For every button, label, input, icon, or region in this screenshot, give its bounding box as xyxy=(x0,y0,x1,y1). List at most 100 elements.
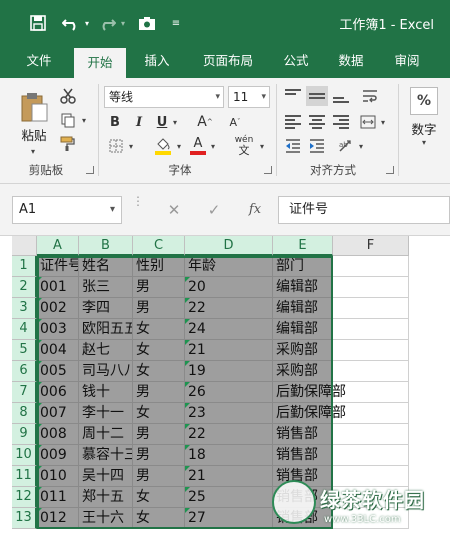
tab-page-layout[interactable]: 页面布局 xyxy=(192,44,264,78)
cell-d10[interactable]: 18 xyxy=(185,445,273,466)
align-bottom-icon[interactable] xyxy=(330,86,352,106)
cell-e3[interactable]: 编辑部 xyxy=(273,298,333,319)
cell-e5[interactable]: 采购部 xyxy=(273,340,333,361)
cell-e7[interactable]: 后勤保障部 xyxy=(273,382,346,403)
customize-toolbar-icon[interactable]: ≡ xyxy=(170,12,182,34)
cell-d1[interactable]: 年龄 xyxy=(185,256,273,277)
cell-c6[interactable]: 女 xyxy=(133,361,185,382)
cell-c4[interactable]: 女 xyxy=(133,319,185,340)
undo-icon[interactable] xyxy=(60,12,82,34)
save-icon[interactable] xyxy=(28,12,48,34)
column-header-b[interactable]: B xyxy=(79,236,133,256)
cell-d11[interactable]: 21 xyxy=(185,466,273,487)
cell-d2[interactable]: 20 xyxy=(185,277,273,298)
font-color-dropdown-icon[interactable]: ▾ xyxy=(209,140,217,152)
fill-color-icon[interactable] xyxy=(152,134,174,158)
row-header-6[interactable]: 6 xyxy=(12,361,37,382)
row-header-11[interactable]: 11 xyxy=(12,466,37,487)
cell-c5[interactable]: 女 xyxy=(133,340,185,361)
cell-f1[interactable] xyxy=(333,256,409,277)
italic-button[interactable]: I xyxy=(130,112,148,132)
cell-f7[interactable] xyxy=(333,382,409,403)
cell-e2[interactable]: 编辑部 xyxy=(273,277,333,298)
row-header-9[interactable]: 9 xyxy=(12,424,37,445)
cell-f2[interactable] xyxy=(333,277,409,298)
row-header-5[interactable]: 5 xyxy=(12,340,37,361)
row-header-13[interactable]: 13 xyxy=(12,508,37,529)
cell-c7[interactable]: 男 xyxy=(133,382,185,403)
cell-e6[interactable]: 采购部 xyxy=(273,361,333,382)
wrap-text-icon[interactable] xyxy=(358,86,382,106)
cell-b1[interactable]: 姓名 xyxy=(79,256,133,277)
cell-e8[interactable]: 后勤保障部 xyxy=(273,403,346,424)
increase-indent-icon[interactable] xyxy=(306,136,328,156)
cell-e9[interactable]: 销售部 xyxy=(273,424,333,445)
redo-dropdown-icon[interactable]: ▾ xyxy=(119,12,127,34)
cell-b2[interactable]: 张三 xyxy=(79,277,133,298)
decrease-indent-icon[interactable] xyxy=(282,136,304,156)
copy-icon[interactable] xyxy=(58,110,78,130)
tab-home[interactable]: 开始 xyxy=(74,48,126,78)
orientation-icon[interactable]: ab xyxy=(336,136,356,156)
cell-e10[interactable]: 销售部 xyxy=(273,445,333,466)
cell-a5[interactable]: 004 xyxy=(37,340,79,361)
row-header-10[interactable]: 10 xyxy=(12,445,37,466)
cell-f9[interactable] xyxy=(333,424,409,445)
cut-icon[interactable] xyxy=(58,86,78,106)
merge-dropdown-icon[interactable]: ▾ xyxy=(379,116,387,128)
align-left-icon[interactable] xyxy=(282,112,304,132)
cell-b9[interactable]: 周十二 xyxy=(79,424,133,445)
cell-a12[interactable]: 011 xyxy=(37,487,79,508)
confirm-entry-icon[interactable]: ✓ xyxy=(200,196,228,224)
underline-dropdown-icon[interactable]: ▾ xyxy=(171,116,179,128)
cell-b13[interactable]: 王十六 xyxy=(79,508,133,529)
column-header-d[interactable]: D xyxy=(185,236,273,256)
cell-a9[interactable]: 008 xyxy=(37,424,79,445)
fill-color-dropdown-icon[interactable]: ▾ xyxy=(175,140,183,152)
cell-f10[interactable] xyxy=(333,445,409,466)
bold-button[interactable]: B xyxy=(106,112,124,132)
cell-d9[interactable]: 22 xyxy=(185,424,273,445)
borders-dropdown-icon[interactable]: ▾ xyxy=(127,140,135,152)
cell-a3[interactable]: 002 xyxy=(37,298,79,319)
cell-a2[interactable]: 001 xyxy=(37,277,79,298)
align-right-icon[interactable] xyxy=(330,112,352,132)
cell-c10[interactable]: 男 xyxy=(133,445,185,466)
cell-d6[interactable]: 19 xyxy=(185,361,273,382)
cell-d4[interactable]: 24 xyxy=(185,319,273,340)
name-box[interactable]: A1 ▾ xyxy=(12,196,122,224)
cell-a7[interactable]: 006 xyxy=(37,382,79,403)
cell-f5[interactable] xyxy=(333,340,409,361)
cell-b6[interactable]: 司马八八 xyxy=(79,361,133,382)
cell-d5[interactable]: 21 xyxy=(185,340,273,361)
cell-f8[interactable] xyxy=(333,403,409,424)
cell-a13[interactable]: 012 xyxy=(37,508,79,529)
font-name-select[interactable]: 等线 ▾ xyxy=(104,86,224,108)
cell-b11[interactable]: 吴十四 xyxy=(79,466,133,487)
paste-dropdown-icon[interactable]: ▾ xyxy=(26,146,40,156)
select-all-corner[interactable] xyxy=(12,236,37,256)
cell-b8[interactable]: 李十一 xyxy=(79,403,133,424)
font-color-icon[interactable]: A xyxy=(188,134,208,158)
cell-a1[interactable]: 证件号 xyxy=(37,256,79,277)
cell-b5[interactable]: 赵七 xyxy=(79,340,133,361)
column-header-f[interactable]: F xyxy=(333,236,409,256)
grow-font-button[interactable]: A ^ xyxy=(196,112,214,132)
redo-icon[interactable] xyxy=(96,12,118,34)
cell-b7[interactable]: 钱十 xyxy=(79,382,133,403)
cell-c13[interactable]: 女 xyxy=(133,508,185,529)
camera-icon[interactable] xyxy=(136,12,158,34)
insert-function-button[interactable]: fx xyxy=(240,196,270,224)
cell-d13[interactable]: 27 xyxy=(185,508,273,529)
cancel-entry-icon[interactable]: ✕ xyxy=(160,196,188,224)
format-painter-icon[interactable] xyxy=(58,134,78,154)
formula-bar-resize-handle[interactable]: ⋮ xyxy=(132,195,144,220)
column-header-c[interactable]: C xyxy=(133,236,185,256)
copy-dropdown-icon[interactable]: ▾ xyxy=(80,114,88,126)
cell-e1[interactable]: 部门 xyxy=(273,256,333,277)
font-launcher-icon[interactable] xyxy=(264,166,272,174)
column-header-a[interactable]: A xyxy=(37,236,79,256)
tab-file[interactable]: 文件 xyxy=(14,44,64,78)
phonetic-guide-icon[interactable]: wén 文 xyxy=(230,134,258,158)
cell-c9[interactable]: 男 xyxy=(133,424,185,445)
